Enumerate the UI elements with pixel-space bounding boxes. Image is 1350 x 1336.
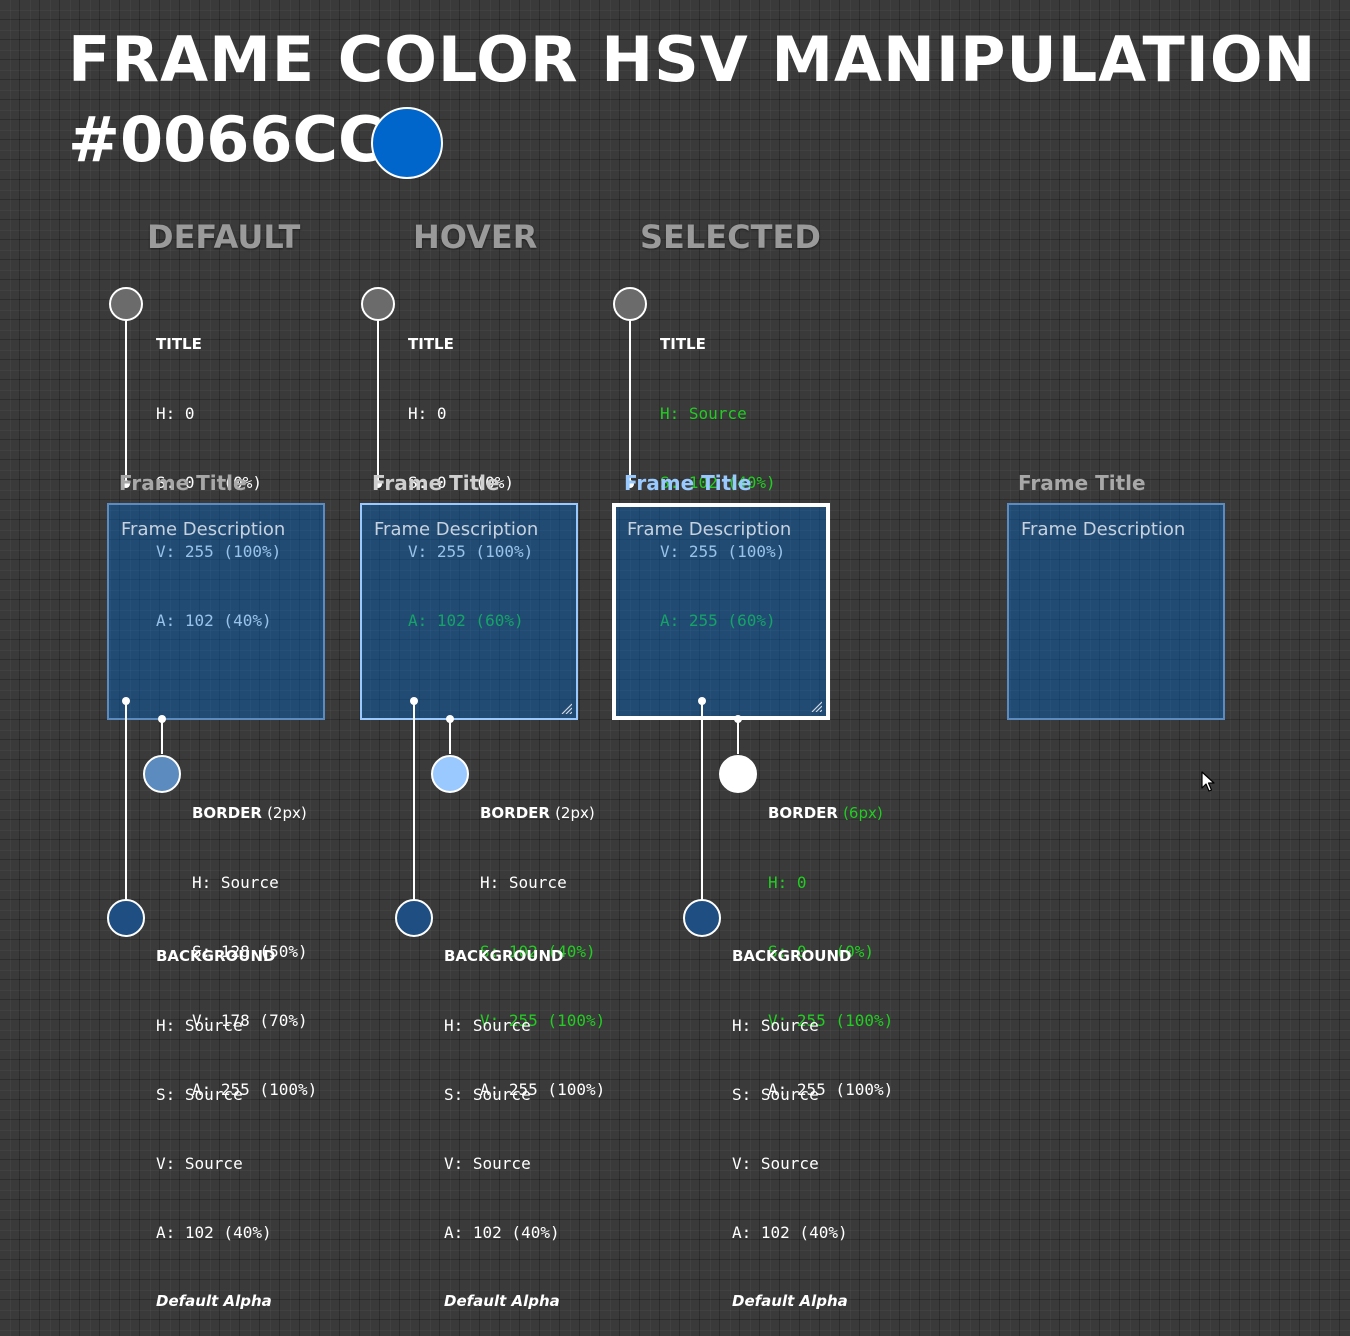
spec-v: V: Source bbox=[156, 1154, 243, 1173]
frame[interactable]: Frame Description bbox=[612, 503, 830, 720]
title-color-dot bbox=[361, 287, 395, 321]
spec-s: S: Source bbox=[732, 1085, 819, 1104]
background-connector-endpoint bbox=[698, 697, 706, 705]
resize-grip-icon[interactable] bbox=[810, 700, 822, 712]
border-connector-line bbox=[161, 718, 163, 754]
state-heading-default: DEFAULT bbox=[147, 218, 301, 256]
frame-title[interactable]: Frame Title bbox=[1018, 471, 1146, 495]
title-color-dot bbox=[613, 287, 647, 321]
border-connector-endpoint bbox=[446, 715, 454, 723]
frame-title[interactable]: Frame Title bbox=[624, 471, 752, 495]
border-connector-line bbox=[449, 718, 451, 754]
spec-label: BORDER bbox=[480, 804, 550, 822]
background-spec: BACKGROUND H: Source S: Source V: Source… bbox=[156, 899, 275, 1336]
spec-v: V: Source bbox=[732, 1154, 819, 1173]
spec-label: TITLE bbox=[156, 335, 202, 353]
spec-label: BACKGROUND bbox=[444, 947, 564, 965]
state-heading-hover: HOVER bbox=[413, 218, 538, 256]
spec-h: H: Source bbox=[156, 1016, 243, 1035]
background-color-dot bbox=[395, 899, 433, 937]
resize-grip-icon[interactable] bbox=[560, 702, 572, 714]
background-spec: BACKGROUND H: Source S: Source V: Source… bbox=[732, 899, 851, 1336]
background-spec: BACKGROUND H: Source S: Source V: Source… bbox=[444, 899, 563, 1336]
spec-v: V: Source bbox=[444, 1154, 531, 1173]
spec-h: H: Source bbox=[480, 873, 567, 892]
spec-h: H: Source bbox=[444, 1016, 531, 1035]
background-connector-endpoint bbox=[410, 697, 418, 705]
title-connector-line bbox=[377, 321, 379, 483]
frame-title[interactable]: Frame Title bbox=[372, 471, 500, 495]
spec-label: BACKGROUND bbox=[156, 947, 276, 965]
border-connector-endpoint bbox=[158, 715, 166, 723]
spec-note: Default Alpha bbox=[732, 1292, 848, 1310]
spec-a: A: 102 (40%) bbox=[156, 1223, 272, 1242]
frame-description: Frame Description bbox=[627, 519, 792, 540]
background-color-dot bbox=[107, 899, 145, 937]
spec-note: Default Alpha bbox=[156, 1292, 272, 1310]
background-connector-line bbox=[701, 700, 703, 900]
frame-description: Frame Description bbox=[121, 519, 286, 540]
border-color-dot bbox=[143, 755, 181, 793]
background-connector-line bbox=[413, 700, 415, 900]
spec-label: BACKGROUND bbox=[732, 947, 852, 965]
spec-a: A: 102 (40%) bbox=[732, 1223, 848, 1242]
frame-description: Frame Description bbox=[374, 519, 539, 540]
spec-px: (6px) bbox=[843, 804, 883, 822]
spec-label: TITLE bbox=[660, 335, 706, 353]
frame[interactable]: Frame Description bbox=[1007, 503, 1225, 720]
spec-label: TITLE bbox=[408, 335, 454, 353]
mouse-cursor-icon bbox=[1201, 771, 1215, 792]
title-color-dot bbox=[109, 287, 143, 321]
border-connector-endpoint bbox=[734, 715, 742, 723]
background-color-dot bbox=[683, 899, 721, 937]
frame[interactable]: Frame Description bbox=[360, 503, 578, 720]
page-title: FRAME COLOR HSV MANIPULATION bbox=[68, 23, 1317, 96]
spec-note: Default Alpha bbox=[444, 1292, 560, 1310]
frame[interactable]: Frame Description bbox=[107, 503, 325, 720]
spec-px: (2px) bbox=[555, 804, 595, 822]
border-color-dot bbox=[431, 755, 469, 793]
title-connector-line bbox=[629, 321, 631, 483]
spec-h: H: 0 bbox=[156, 404, 195, 423]
spec-h: H: 0 bbox=[768, 873, 807, 892]
spec-h: H: Source bbox=[660, 404, 747, 423]
frame-description: Frame Description bbox=[1021, 519, 1186, 540]
frame-title[interactable]: Frame Title bbox=[119, 471, 247, 495]
border-color-dot bbox=[719, 755, 757, 793]
spec-h: H: Source bbox=[192, 873, 279, 892]
background-connector-line bbox=[125, 700, 127, 900]
spec-h: H: 0 bbox=[408, 404, 447, 423]
spec-px: (2px) bbox=[267, 804, 307, 822]
spec-s: S: Source bbox=[156, 1085, 243, 1104]
hex-code: #0066CC bbox=[68, 103, 384, 176]
spec-a: A: 102 (40%) bbox=[444, 1223, 560, 1242]
title-connector-line bbox=[125, 321, 127, 483]
spec-s: S: Source bbox=[444, 1085, 531, 1104]
spec-label: BORDER bbox=[768, 804, 838, 822]
background-connector-endpoint bbox=[122, 697, 130, 705]
border-connector-line bbox=[737, 718, 739, 754]
spec-label: BORDER bbox=[192, 804, 262, 822]
color-swatch bbox=[371, 107, 443, 179]
state-heading-selected: SELECTED bbox=[640, 218, 821, 256]
spec-h: H: Source bbox=[732, 1016, 819, 1035]
